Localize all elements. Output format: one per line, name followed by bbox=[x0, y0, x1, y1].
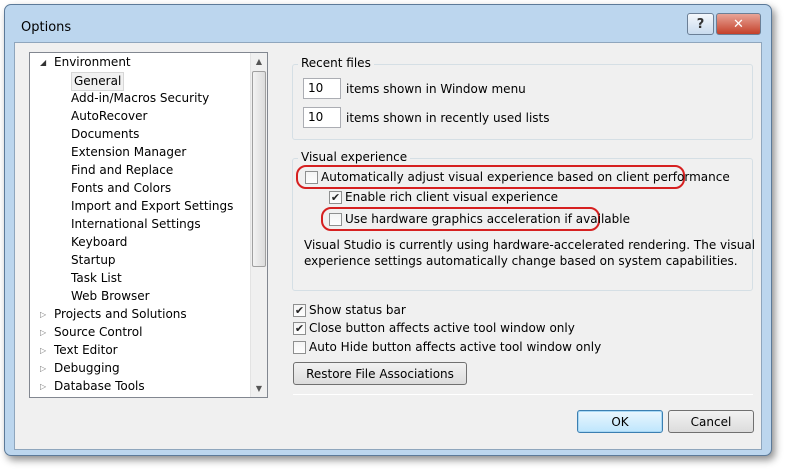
info-text-line2: experience settings automatically change… bbox=[304, 254, 738, 268]
tree-item-label: Environment bbox=[54, 55, 131, 69]
tree-item[interactable]: General bbox=[30, 72, 250, 91]
tree-item-label: Startup bbox=[71, 253, 116, 267]
tree-item[interactable]: ▷ Source Control bbox=[30, 324, 250, 341]
tree-item[interactable]: Task List bbox=[30, 270, 250, 287]
tree-item-label: Source Control bbox=[54, 325, 143, 339]
tree-item[interactable]: ◢ Environment bbox=[30, 54, 250, 71]
dialog-client-area: ◢ Environment General Add-in/Macros Securit… bbox=[14, 42, 762, 450]
tree-item-label: Import and Export Settings bbox=[71, 199, 234, 213]
rich-client-label[interactable]: Enable rich client visual experience bbox=[345, 190, 558, 204]
status-bar-checkbox[interactable]: ✔ bbox=[293, 304, 306, 317]
recent-lists-count-label: items shown in recently used lists bbox=[346, 111, 550, 125]
collapsed-arrow-icon[interactable]: ▷ bbox=[40, 324, 46, 341]
tree-item-label: General bbox=[71, 72, 125, 91]
close-button[interactable]: ✕ bbox=[716, 13, 761, 35]
tree-item[interactable]: Keyboard bbox=[30, 234, 250, 251]
tree-item[interactable]: Startup bbox=[30, 252, 250, 269]
tree-item-label: AutoRecover bbox=[71, 109, 148, 123]
hw-accel-label[interactable]: Use hardware graphics acceleration if av… bbox=[345, 212, 630, 226]
tree-item[interactable]: ▷ Text Editor bbox=[30, 342, 250, 359]
tree-item[interactable]: Fonts and Colors bbox=[30, 180, 250, 197]
options-tree[interactable]: ◢ Environment General Add-in/Macros Securit… bbox=[29, 52, 268, 398]
scroll-down-arrow-icon[interactable]: ▼ bbox=[251, 380, 267, 397]
cancel-button[interactable]: Cancel bbox=[668, 410, 754, 433]
tree-item-label: Text Editor bbox=[54, 343, 118, 357]
tree-item-label: Extension Manager bbox=[71, 145, 187, 159]
tree-item-label: International Settings bbox=[71, 217, 201, 231]
scroll-up-arrow-icon[interactable]: ▲ bbox=[251, 53, 267, 70]
divider bbox=[293, 394, 753, 395]
tree-item[interactable]: ▷ Database Tools bbox=[30, 378, 250, 395]
tree-item-label: Find and Replace bbox=[71, 163, 174, 177]
close-button-option-label[interactable]: Close button affects active tool window … bbox=[309, 321, 575, 335]
tree-item-label: Add-in/Macros Security bbox=[71, 91, 210, 105]
tree-item-label: Web Browser bbox=[71, 289, 150, 303]
hw-accel-checkbox[interactable] bbox=[329, 213, 342, 226]
scroll-thumb[interactable] bbox=[252, 71, 266, 267]
status-bar-label[interactable]: Show status bar bbox=[309, 303, 406, 317]
tree-item[interactable]: ▷ Projects and Solutions bbox=[30, 306, 250, 323]
auto-adjust-checkbox[interactable] bbox=[305, 171, 318, 184]
rich-client-checkbox[interactable]: ✔ bbox=[329, 191, 342, 204]
tree-item-label: Projects and Solutions bbox=[54, 307, 187, 321]
collapsed-arrow-icon[interactable]: ▷ bbox=[40, 342, 46, 359]
recent-lists-count-input[interactable]: 10 bbox=[303, 107, 341, 128]
window-menu-count-label: items shown in Window menu bbox=[346, 82, 526, 96]
collapsed-arrow-icon[interactable]: ▷ bbox=[40, 306, 46, 323]
ok-button[interactable]: OK bbox=[577, 410, 663, 433]
tree-item[interactable]: Add-in/Macros Security bbox=[30, 90, 250, 107]
tree-scrollbar[interactable]: ▲ ▼ bbox=[250, 53, 267, 397]
tree-item-label: Fonts and Colors bbox=[71, 181, 172, 195]
expanded-arrow-icon[interactable]: ◢ bbox=[40, 54, 46, 71]
tree-item-label: Task List bbox=[71, 271, 122, 285]
tree-item[interactable]: Extension Manager bbox=[30, 144, 250, 161]
collapsed-arrow-icon[interactable]: ▷ bbox=[40, 360, 46, 377]
auto-hide-checkbox[interactable] bbox=[293, 341, 306, 354]
tree-item[interactable]: ▷ Debugging bbox=[30, 360, 250, 377]
close-button-checkbox[interactable]: ✔ bbox=[293, 322, 306, 335]
collapsed-arrow-icon[interactable]: ▷ bbox=[40, 378, 46, 395]
tree-item[interactable]: Import and Export Settings bbox=[30, 198, 250, 215]
restore-file-associations-button[interactable]: Restore File Associations bbox=[293, 362, 467, 385]
auto-adjust-label[interactable]: Automatically adjust visual experience b… bbox=[321, 170, 730, 184]
tree-item-label: Database Tools bbox=[54, 379, 145, 393]
tree-item[interactable]: Web Browser bbox=[30, 288, 250, 305]
tree-item-label: Documents bbox=[71, 127, 140, 141]
info-text-line1: Visual Studio is currently using hardwar… bbox=[304, 238, 756, 252]
auto-hide-label[interactable]: Auto Hide button affects active tool win… bbox=[309, 340, 601, 354]
options-dialog: Options ? ✕ ◢ Environment General Add-in/Ma… bbox=[4, 4, 772, 456]
help-button[interactable]: ? bbox=[687, 13, 714, 35]
window-title: Options bbox=[21, 20, 72, 35]
visual-experience-heading: Visual experience bbox=[298, 150, 411, 164]
recent-files-heading: Recent files bbox=[298, 56, 374, 70]
tree-item-label: Debugging bbox=[54, 361, 120, 375]
window-menu-count-input[interactable]: 10 bbox=[303, 78, 341, 99]
recent-files-group bbox=[292, 64, 753, 140]
tree-item-label: Keyboard bbox=[71, 235, 128, 249]
tree-item[interactable]: International Settings bbox=[30, 216, 250, 233]
tree-item[interactable]: Documents bbox=[30, 126, 250, 143]
tree-item[interactable]: Find and Replace bbox=[30, 162, 250, 179]
tree-item[interactable]: AutoRecover bbox=[30, 108, 250, 125]
